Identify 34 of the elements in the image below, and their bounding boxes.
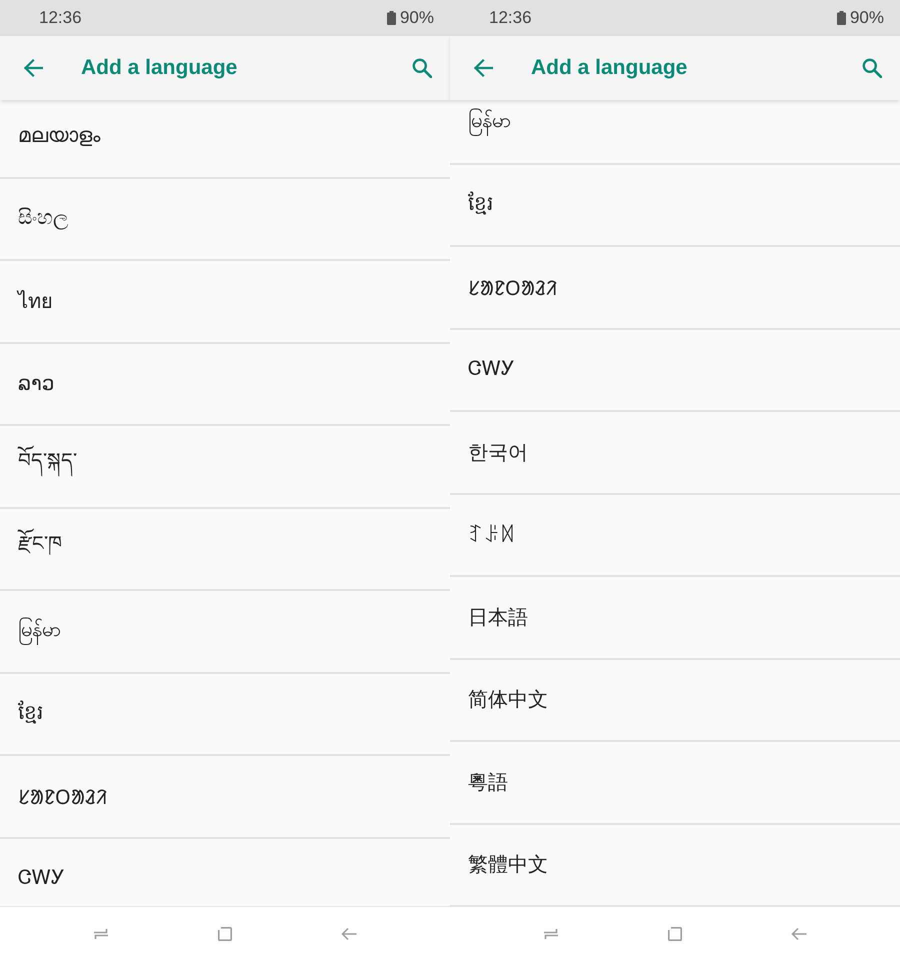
search-icon[interactable] (412, 58, 432, 78)
clock-time: 12:36 (39, 8, 82, 28)
back-arrow-icon[interactable] (473, 58, 493, 78)
battery-icon (836, 11, 846, 25)
language-item[interactable]: ລາວ (0, 344, 450, 426)
search-icon[interactable] (862, 58, 882, 78)
clock-time: 12:36 (489, 8, 532, 28)
page-title: Add a language (531, 56, 688, 80)
language-item[interactable]: ไทย (0, 261, 450, 344)
battery-icon (386, 11, 396, 25)
language-item[interactable]: 日本語 (450, 577, 900, 660)
language-item[interactable]: ᱥᱟᱱᱛᱟᱲᱤ (0, 756, 450, 838)
language-item[interactable]: ᱥᱟᱱᱛᱟᱲᱤ (450, 247, 900, 330)
home-icon[interactable] (217, 926, 233, 942)
language-item[interactable]: မြန်မာ (0, 591, 450, 674)
language-item[interactable]: ꆈꌠꉙ (450, 494, 900, 577)
language-item[interactable]: 한국어 (450, 412, 900, 494)
battery-percentage: 90% (850, 8, 884, 28)
language-item[interactable]: 粵語 (450, 742, 900, 824)
battery-percentage: 90% (400, 8, 434, 28)
back-icon[interactable] (341, 926, 357, 942)
home-icon[interactable] (667, 926, 683, 942)
language-item[interactable]: ខ្មែរ (0, 674, 450, 756)
back-arrow-icon[interactable] (23, 58, 43, 78)
language-item[interactable]: မြန်မာ (450, 100, 900, 164)
language-item[interactable]: 简体中文 (450, 660, 900, 742)
back-icon[interactable] (791, 926, 807, 942)
language-item[interactable]: རྫོང་ཁ (0, 508, 450, 591)
language-item[interactable]: മലയാളം (0, 100, 450, 178)
language-item[interactable]: සිංහල (0, 178, 450, 261)
language-item[interactable]: ᏣᎳᎩ (450, 330, 900, 412)
language-item[interactable]: ខ្មែរ (450, 164, 900, 247)
language-item[interactable]: བོད་སྐད་ (0, 426, 450, 508)
page-title: Add a language (81, 56, 238, 80)
